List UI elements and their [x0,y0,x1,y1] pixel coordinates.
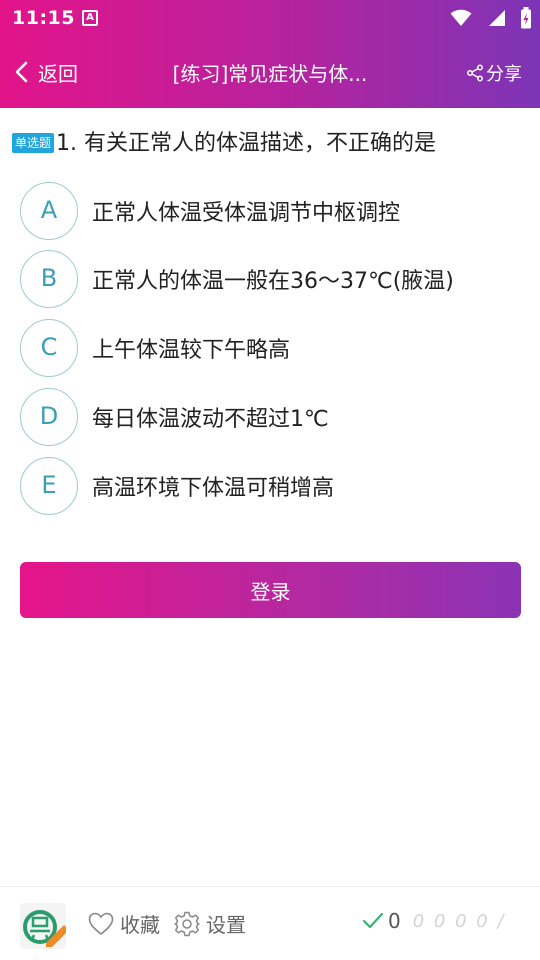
header: 11:15 A 返回 [练习]常见症状与体... 分享 [0,0,540,108]
option-d[interactable]: D 每日体温波动不超过1℃ [20,388,530,446]
option-letter: A [20,182,78,240]
option-b[interactable]: B 正常人的体温一般在36～37℃(腋温) [20,250,530,308]
settings-button[interactable]: 设置 [174,909,246,938]
navbar: 返回 [练习]常见症状与体... 分享 [0,44,540,100]
option-c[interactable]: C 上午体温较下午略高 [20,319,530,377]
back-button[interactable]: 返回 [14,54,78,90]
back-label: 返回 [38,61,78,86]
option-letter: E [20,457,78,515]
gear-icon [174,911,200,936]
settings-label: 设置 [206,913,246,937]
chevron-left-icon [15,61,28,83]
signal-icon [489,10,505,26]
bottom-bar: 收藏 设置 0 0 0 0 0 / [0,886,540,960]
option-letter: B [20,250,78,308]
question-text: 1. 有关正常人的体温描述，不正确的是 [56,131,437,156]
question: 单选题 1. 有关正常人的体温描述，不正确的是 [12,128,536,160]
heart-icon [88,912,114,935]
option-text: 正常人的体温一般在36～37℃(腋温) [92,269,454,294]
app-logo[interactable] [20,903,66,949]
option-letter: D [20,388,78,446]
app-logo-icon [20,903,66,949]
page-title: [练习]常见症状与体... [172,62,368,86]
collect-label: 收藏 [120,913,160,937]
share-icon [467,64,483,82]
wifi-icon [450,9,472,26]
check-icon [362,912,384,929]
status-time: 11:15 [12,7,75,29]
notification-app-icon: A [82,10,98,26]
battery-icon [521,7,531,29]
share-label: 分享 [486,64,522,85]
option-text: 正常人体温受体温调节中枢调控 [92,201,401,226]
question-type-badge: 单选题 [12,133,55,153]
option-a[interactable]: A 正常人体温受体温调节中枢调控 [20,182,530,240]
option-text: 上午体温较下午略高 [92,338,291,363]
faded-score-text: 0 0 0 0 / [412,910,506,932]
option-letter: C [20,319,78,377]
share-button[interactable]: 分享 [466,60,522,86]
score: 0 0 0 0 0 / [362,909,506,933]
status-icons [450,6,532,30]
correct-count: 0 [388,909,401,933]
status-bar: 11:15 A [0,0,540,36]
option-text: 高温环境下体温可稍增高 [92,476,335,501]
option-e[interactable]: E 高温环境下体温可稍增高 [20,457,530,515]
login-button[interactable]: 登录 [20,562,521,618]
collect-button[interactable]: 收藏 [88,909,160,938]
option-text: 每日体温波动不超过1℃ [92,407,329,432]
